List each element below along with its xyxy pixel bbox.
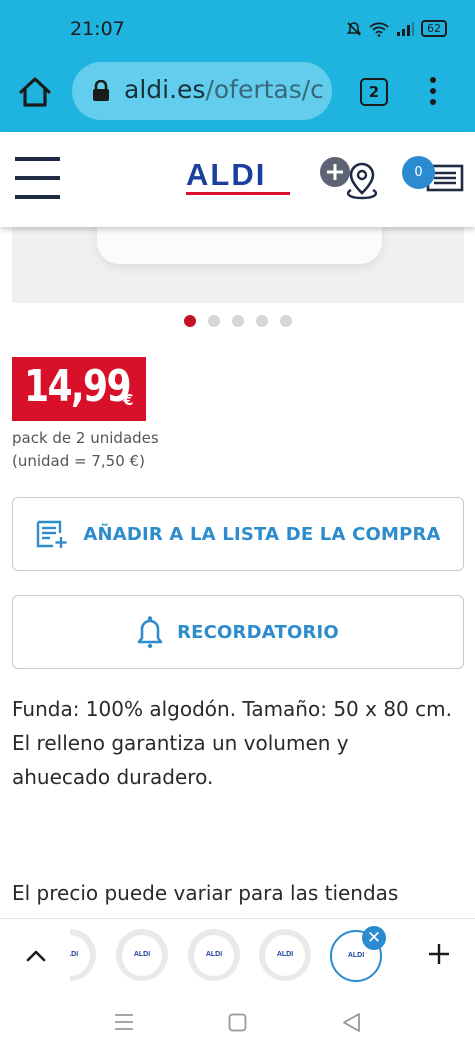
status-icons: 62 [346,20,447,37]
address-bar[interactable]: aldi.es/ofertas/c [72,62,332,120]
logo-underline [186,192,290,195]
carousel-dots [184,315,292,327]
reminder-button[interactable]: RECORDATORIO [12,595,464,669]
plus-icon[interactable] [427,942,451,966]
lock-icon [93,80,109,101]
url-path: /ofertas/c [205,75,324,104]
carousel-dot[interactable] [184,315,196,327]
hamburger-menu-icon[interactable] [15,157,60,201]
logo-text: ALDI [186,157,267,192]
tab-count-button[interactable]: 2 [360,78,388,106]
tab-thumbnail[interactable]: ALDI [70,929,96,981]
mute-bell-icon [346,21,362,36]
signal-icon [397,21,414,36]
more-menu-icon[interactable] [424,76,442,106]
recent-apps-icon[interactable] [114,1013,134,1031]
url-host: aldi.es [124,75,206,104]
carousel-dot[interactable] [232,315,244,327]
tab-logo: ALDI [122,934,162,976]
tab-thumbnail[interactable]: ALDI [116,929,168,981]
price-tag: 14,99 € [12,357,146,421]
system-nav-bar [0,991,475,1056]
home-nav-icon[interactable] [228,1013,247,1032]
tab-logo: ALDI [265,934,305,976]
store-finder-icon[interactable] [318,156,382,200]
cart-count-badge: 0 [402,156,435,189]
tab-switcher-strip: ALDI ALDI ALDI ALDI ALDI [0,918,475,992]
home-icon[interactable] [16,73,54,111]
bell-icon [137,616,163,649]
carousel-dot[interactable] [208,315,220,327]
product-description: Funda: 100% algodón. Tamaño: 50 x 80 cm.… [12,697,452,789]
aldi-logo[interactable]: ALDI [186,157,290,196]
price-value: 14,99 [24,361,132,412]
close-tab-icon[interactable]: ✕ [362,926,386,950]
add-list-icon [37,520,67,548]
wifi-icon [369,22,389,37]
reminder-label: RECORDATORIO [177,621,339,643]
add-to-shopping-list-button[interactable]: AÑADIR A LA LISTA DE LA COMPRA [12,497,464,571]
back-nav-icon[interactable] [341,1012,361,1033]
chevron-up-icon[interactable] [24,946,48,966]
product-image[interactable] [12,226,464,303]
pack-size: pack de 2 unidades [12,429,159,447]
price-currency: € [123,391,134,409]
add-to-list-label: AÑADIR A LA LISTA DE LA COMPRA [83,523,441,545]
browser-toolbar: 21:07 62 aldi.es/ofertas/c 2 [0,0,475,132]
battery-icon: 62 [421,20,447,37]
carousel-dot[interactable] [256,315,268,327]
unit-price: (unidad = 7,50 €) [12,452,145,470]
url-text: aldi.es/ofertas/c [124,75,324,104]
tab-thumbnail[interactable]: ALDI [259,929,311,981]
tab-logo: ALDI [70,934,90,976]
pillow-image [97,226,382,264]
tab-logo: ALDI [194,934,234,976]
price-variation-note: El precio puede variar para las tiendas [12,881,399,905]
tab-thumbnail[interactable]: ALDI [188,929,240,981]
status-time: 21:07 [70,18,125,40]
carousel-dot[interactable] [280,315,292,327]
